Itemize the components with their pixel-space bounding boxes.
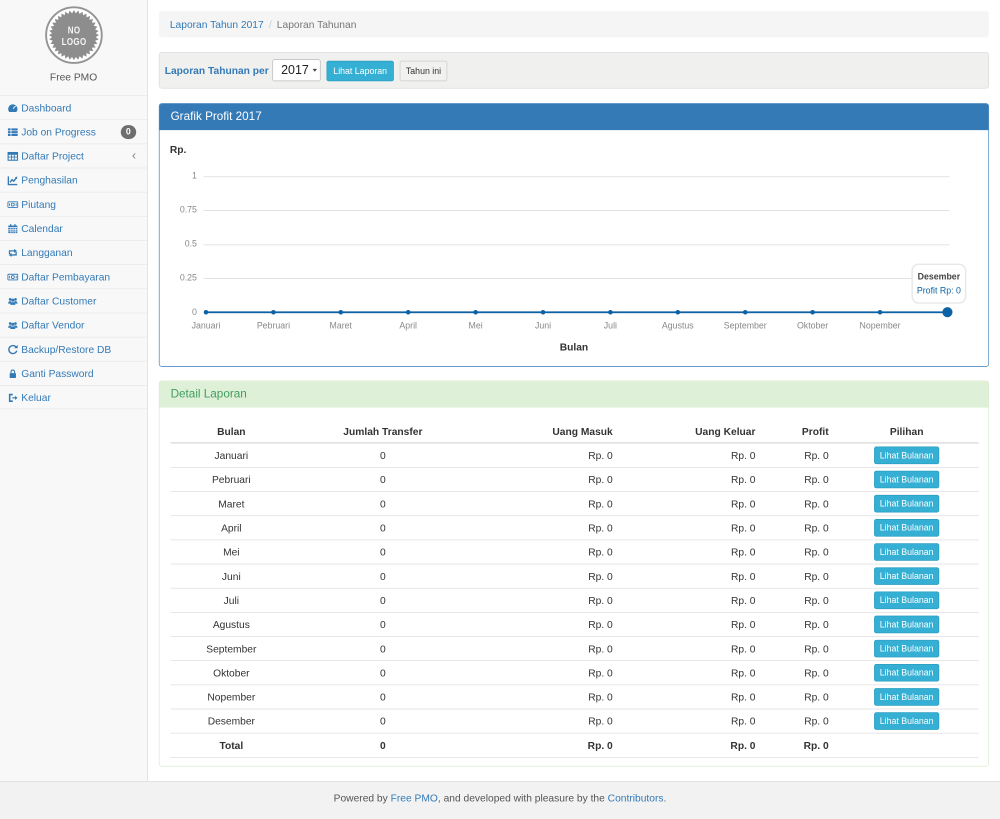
svg-text:LOGO: LOGO <box>61 36 86 47</box>
svg-text:NO: NO <box>67 25 80 36</box>
